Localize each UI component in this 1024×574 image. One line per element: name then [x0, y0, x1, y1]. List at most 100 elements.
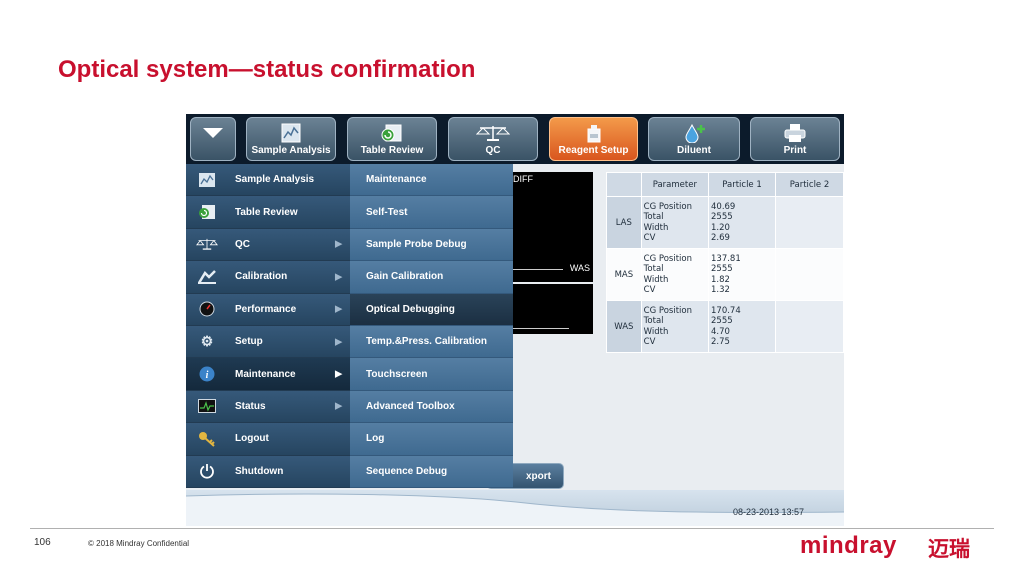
calibration-icon [196, 268, 218, 286]
param-value: 1.20 [711, 222, 730, 233]
param-value: 137.81 [711, 253, 741, 264]
submenu-item-advanced-toolbox[interactable]: Advanced Toolbox [350, 390, 513, 424]
table-row-mas: MAS CG Position Total Width CV 137.81 25… [606, 248, 844, 301]
table-review-icon [196, 203, 218, 221]
diff-label: DIFF [513, 174, 533, 184]
status-datetime: 08-23-2013 13:57 [732, 507, 804, 517]
particle-1-cell: 40.69 2555 1.20 2.69 [707, 196, 777, 249]
menu-item-label: Status [235, 400, 266, 412]
param-value: 2555 [711, 212, 733, 222]
toolbar-button-label: Reagent Setup [558, 145, 629, 156]
submenu-item-self-test[interactable]: Self-Test [350, 196, 513, 229]
submenu-item-temp-press-calibration[interactable]: Temp.&Press. Calibration [350, 325, 513, 359]
menu-item-label: Calibration [235, 271, 288, 283]
menu-item-qc[interactable]: QC ▶ [186, 228, 350, 262]
chevron-right-icon: ▶ [335, 303, 342, 314]
submenu-item-sample-probe-debug[interactable]: Sample Probe Debug [350, 228, 513, 262]
toolbar-print-button[interactable]: Print [750, 117, 840, 161]
main-menu: Sample Analysis Table Review QC ▶ Calibr… [186, 164, 350, 488]
footer-divider [30, 528, 994, 529]
param-value: 4.70 [711, 326, 730, 337]
menu-item-status[interactable]: Status ▶ [186, 390, 350, 424]
toolbar-diluent-button[interactable]: Diluent [648, 117, 740, 161]
param-value: 2.75 [711, 337, 730, 347]
param-name: Total [643, 264, 664, 274]
reagent-icon [550, 122, 637, 144]
key-icon [196, 430, 218, 448]
header-particle-1: Particle 1 [707, 172, 777, 197]
param-names-cell: CG Position Total Width CV [640, 196, 710, 249]
scale-icon [449, 122, 537, 144]
particle-2-cell [775, 248, 844, 301]
secondary-plot [513, 284, 593, 334]
plot-baseline [513, 328, 569, 329]
svg-text:i: i [206, 370, 209, 381]
param-value: 1.32 [711, 285, 730, 295]
power-icon [196, 462, 218, 480]
menu-item-label: Sample Analysis [235, 174, 315, 186]
param-name: Width [643, 222, 669, 233]
slide-title: Optical system—status confirmation [58, 56, 476, 83]
param-value: 2555 [711, 264, 733, 274]
particle-1-cell: 170.74 2555 4.70 2.75 [707, 300, 777, 353]
copyright-notice: © 2018 Mindray Confidential [88, 539, 190, 548]
submenu-item-maintenance[interactable]: Maintenance [350, 164, 513, 197]
param-names-cell: CG Position Total Width CV [640, 300, 710, 353]
toolbar-reagent-setup-button[interactable]: Reagent Setup [549, 117, 638, 161]
param-value: 170.74 [711, 305, 741, 316]
menu-item-logout[interactable]: Logout [186, 423, 350, 456]
menu-toggle-button[interactable] [190, 117, 236, 161]
submenu-item-log[interactable]: Log [350, 423, 513, 456]
param-name: CG Position [643, 253, 692, 264]
param-names-cell: CG Position Total Width CV [640, 248, 710, 301]
status-bar: 08-23-2013 13:57 [186, 490, 844, 526]
was-label: WAS [569, 263, 590, 273]
submenu-item-gain-calibration[interactable]: Gain Calibration [350, 261, 513, 294]
param-name: CV [643, 285, 656, 295]
submenu-item-touchscreen[interactable]: Touchscreen [350, 358, 513, 391]
param-value: 40.69 [711, 201, 736, 212]
mindray-logo-cn: 迈瑞 [928, 537, 970, 561]
menu-item-label: Maintenance [235, 368, 296, 380]
chevron-right-icon: ▶ [335, 238, 342, 249]
menu-item-maintenance[interactable]: i Maintenance ▶ [186, 358, 350, 391]
chevron-right-icon: ▶ [335, 336, 342, 347]
particle-1-cell: 137.81 2555 1.82 1.32 [707, 248, 777, 301]
mindray-logo: mindray [800, 532, 897, 559]
toolbar-table-review-button[interactable]: Table Review [347, 117, 437, 161]
analyzer-screen: Sample Analysis Table Review QC Reagent … [186, 114, 844, 526]
toolbar-button-label: Print [783, 145, 807, 156]
menu-item-performance[interactable]: Performance ▶ [186, 293, 350, 326]
page-number: 106 [34, 537, 51, 548]
menu-item-setup[interactable]: ⚙ Setup ▶ [186, 325, 350, 359]
table-row-las: LAS CG Position Total Width CV 40.69 255… [606, 196, 844, 249]
menu-item-label: Logout [235, 433, 269, 445]
header-parameter: Parameter [640, 172, 710, 197]
menu-item-shutdown[interactable]: Shutdown [186, 455, 350, 488]
info-icon: i [196, 365, 218, 383]
menu-item-label: QC [235, 238, 250, 250]
param-value: 1.82 [711, 274, 730, 285]
sample-analysis-icon [247, 122, 335, 144]
menu-item-sample-analysis[interactable]: Sample Analysis [186, 164, 350, 197]
row-label: WAS [606, 300, 642, 353]
menu-item-table-review[interactable]: Table Review [186, 196, 350, 229]
toolbar-button-label: QC [485, 145, 501, 156]
diff-scattergram: DIFF WAS [513, 172, 593, 282]
param-name: Width [643, 326, 669, 337]
submenu-item-sequence-debug[interactable]: Sequence Debug [350, 455, 513, 488]
was-baseline [513, 269, 563, 270]
table-row-was: WAS CG Position Total Width CV 170.74 25… [606, 300, 844, 353]
submenu-item-optical-debugging[interactable]: Optical Debugging [350, 293, 513, 326]
main-toolbar: Sample Analysis Table Review QC Reagent … [186, 114, 844, 164]
chevron-right-icon: ▶ [335, 368, 342, 379]
performance-icon [196, 300, 218, 318]
sample-analysis-icon [196, 171, 218, 189]
param-value: 2.69 [711, 233, 730, 243]
diluent-icon [649, 122, 739, 144]
menu-item-calibration[interactable]: Calibration ▶ [186, 261, 350, 294]
menu-item-label: Shutdown [235, 465, 284, 477]
toolbar-sample-analysis-button[interactable]: Sample Analysis [246, 117, 336, 161]
optical-parameter-table: Parameter Particle 1 Particle 2 LAS CG P… [606, 172, 844, 353]
toolbar-qc-button[interactable]: QC [448, 117, 538, 161]
